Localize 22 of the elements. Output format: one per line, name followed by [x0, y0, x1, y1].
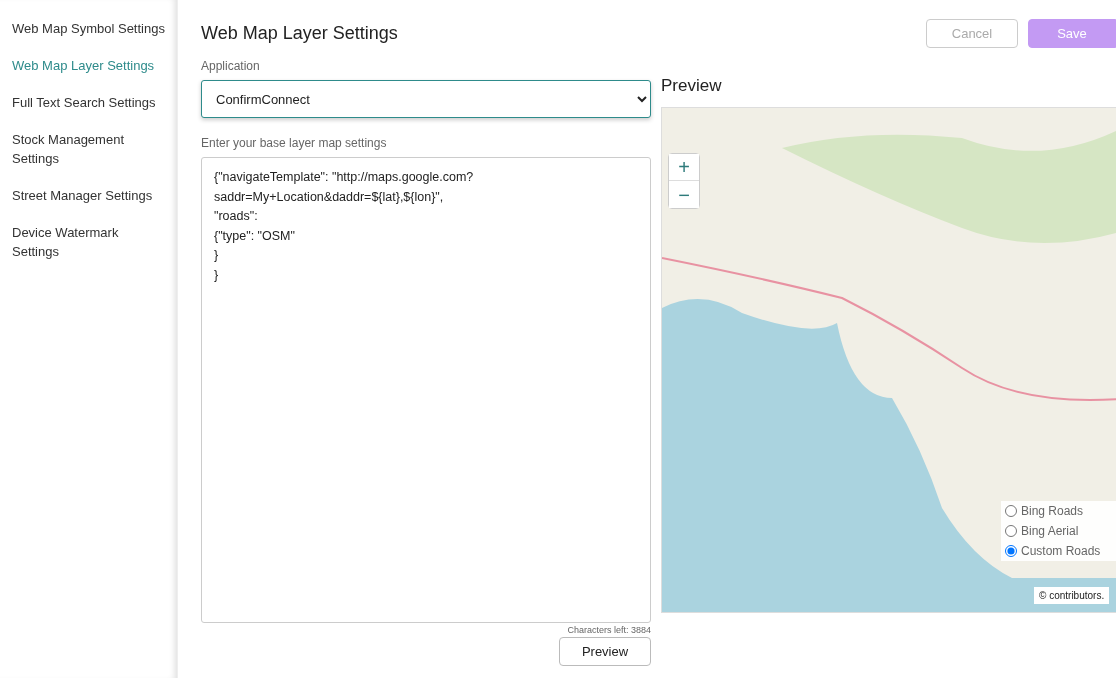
map-attribution: © contributors.: [1034, 587, 1110, 604]
settings-textarea[interactable]: {"navigateTemplate": "http://maps.google.com?saddr=My+Location&daddr=${lat},${lon}", "roads": {"type": "OSM" } }: [201, 157, 651, 623]
character-counter: Characters left: 3884: [567, 625, 651, 635]
preview-title: Preview: [661, 76, 723, 97]
field-label: Enter your base layer map settings: [201, 136, 388, 152]
sidebar-item[interactable]: Device Watermark Settings: [0, 223, 177, 261]
sidebar-item[interactable]: Full Text Search Settings: [0, 93, 177, 112]
layer-option[interactable]: Custom Roads: [1005, 544, 1116, 558]
layer-radio[interactable]: [1005, 525, 1017, 537]
sidebar-item[interactable]: Web Map Layer Settings: [0, 56, 177, 75]
application-select[interactable]: ConfirmConnect: [201, 80, 651, 118]
layer-option[interactable]: Bing Roads: [1005, 504, 1116, 518]
layer-option[interactable]: Bing Aerial: [1005, 524, 1116, 538]
zoom-in-button[interactable]: +: [669, 154, 699, 181]
sidebar-item[interactable]: Web Map Symbol Settings: [0, 19, 177, 38]
layer-radio[interactable]: [1005, 505, 1017, 517]
page-title: Web Map Layer Settings: [201, 23, 398, 44]
field-label: Application: [201, 59, 261, 75]
sidebar-item[interactable]: Street Manager Settings: [0, 186, 177, 205]
sidebar-item[interactable]: Stock Management Settings: [0, 130, 177, 168]
preview-button[interactable]: Preview: [559, 637, 651, 666]
layer-radio[interactable]: [1005, 545, 1017, 557]
